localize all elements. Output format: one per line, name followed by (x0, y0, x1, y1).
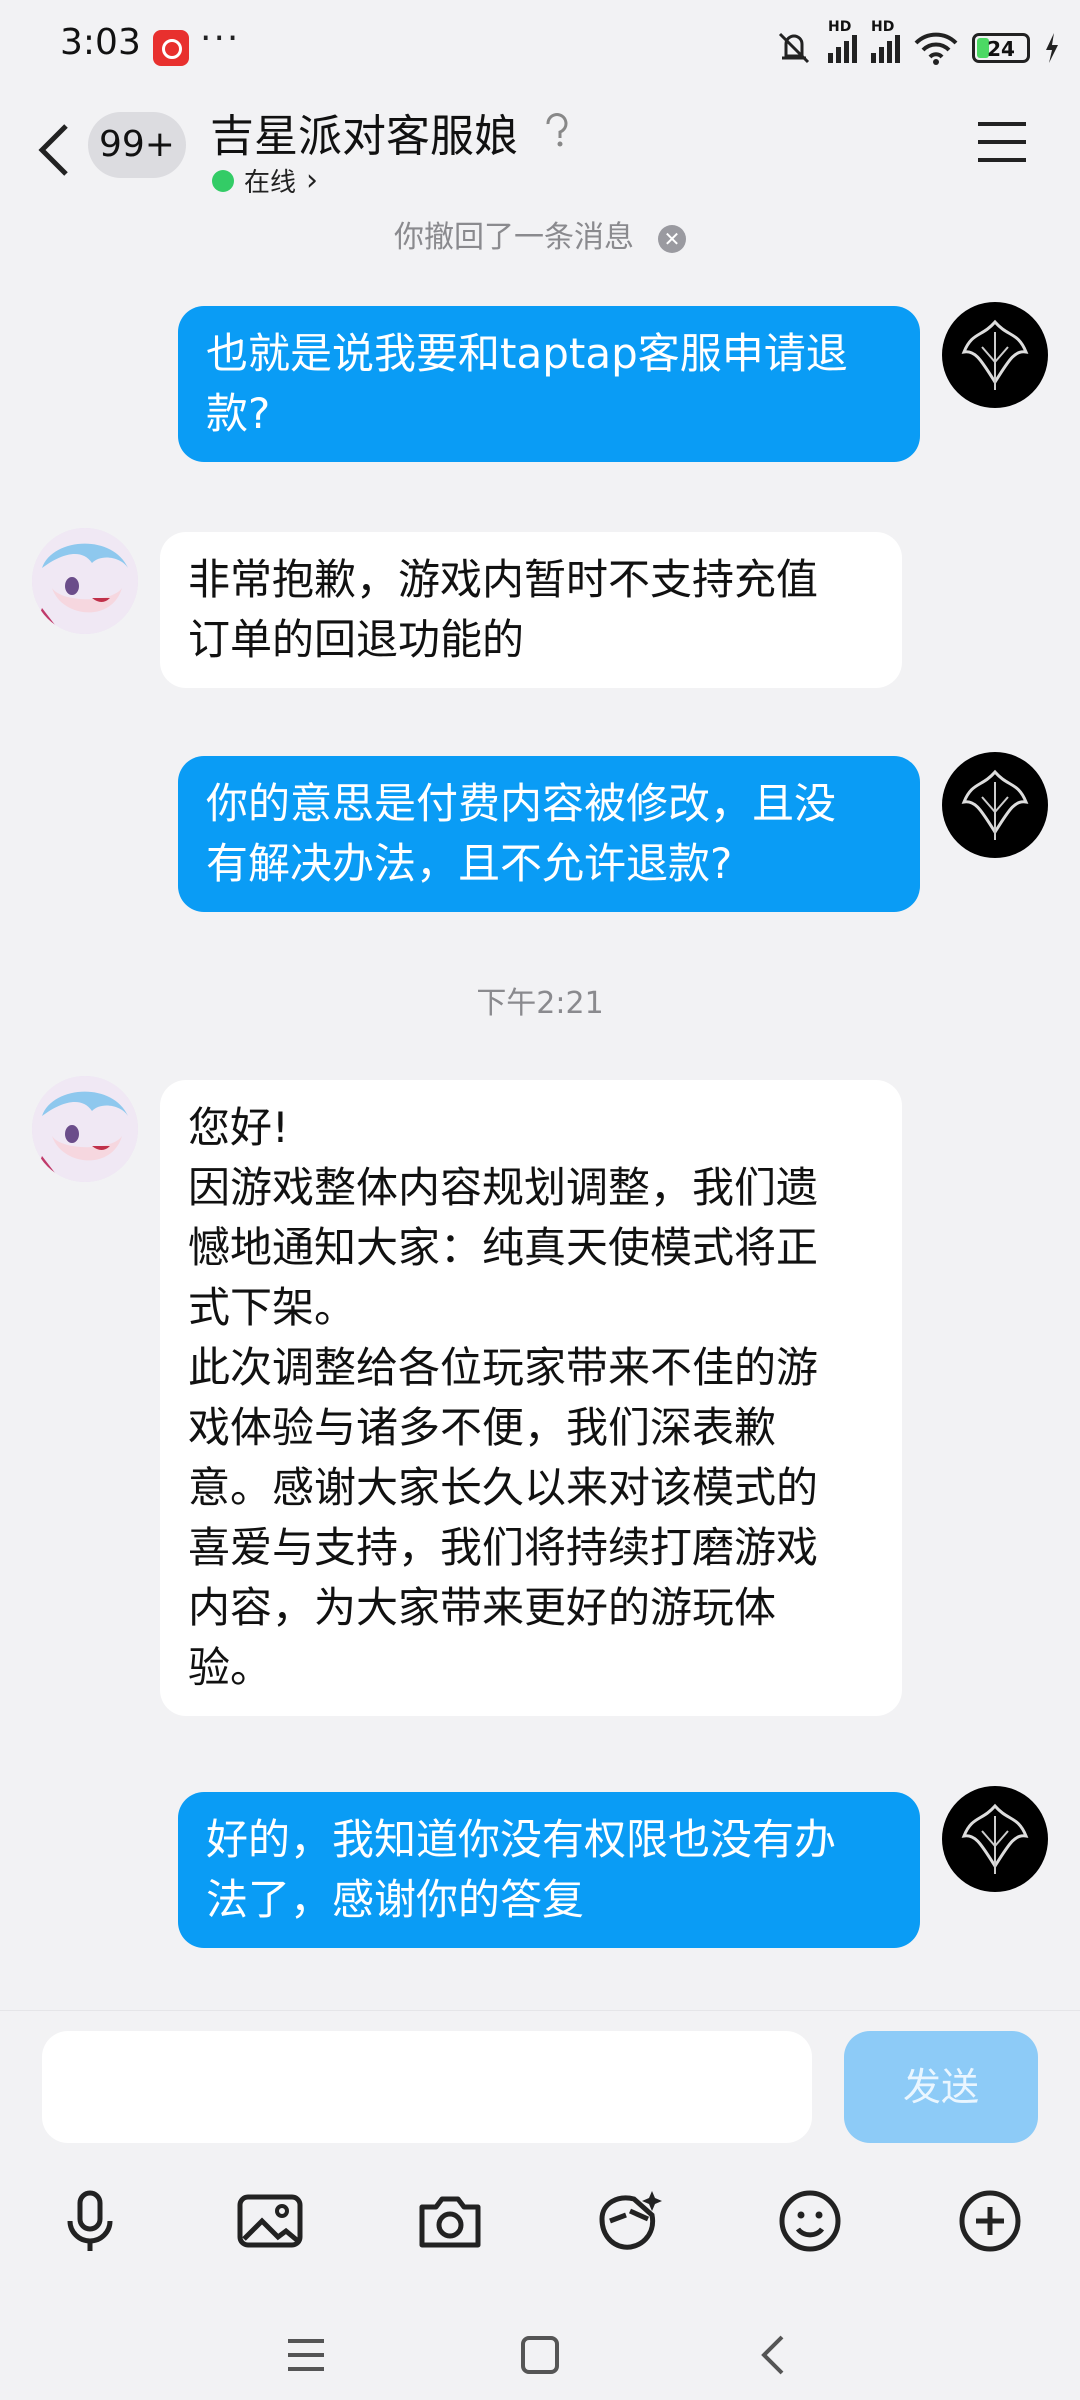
message-line: 式下架。 (188, 1283, 357, 1332)
battery-icon: 24 (972, 33, 1030, 63)
message-line: 内容，为大家带来更好的游玩体 (188, 1583, 777, 1632)
home-icon[interactable] (518, 2333, 562, 2377)
message-bubble-sent[interactable]: 也就是说我要和taptap客服申请退 款? (178, 306, 920, 462)
message-line: 因游戏整体内容规划调整，我们遗 (188, 1163, 819, 1212)
image-icon[interactable] (234, 2185, 306, 2257)
netease-music-icon (153, 30, 189, 66)
chat-title[interactable]: 吉星派对客服娘 (210, 100, 518, 164)
message-list[interactable]: 你撤回了一条消息 ✕ 也就是说我要和taptap客服申请退 款? 非常抱歉，游戏内… (0, 210, 1080, 2010)
message-line: 此次调整给各位玩家带来不佳的游 (188, 1343, 819, 1392)
message-line: 非常抱歉，游戏内暂时不支持充值 (188, 555, 819, 604)
message-line: 憾地通知大家：纯真天使模式将正 (188, 1223, 819, 1272)
status-bar: 3:03 ··· HD HD 24 (0, 0, 1080, 90)
status-time: 3:03 (60, 22, 141, 63)
mute-icon (778, 32, 810, 64)
charging-icon (1046, 33, 1058, 63)
message-line: 也就是说我要和taptap客服申请退 (206, 329, 848, 378)
support-avatar[interactable] (32, 528, 138, 634)
message-line: 订单的回退功能的 (188, 615, 525, 664)
message-line: 好的，我知道你没有权限也没有办 (206, 1815, 837, 1864)
message-bubble-sent[interactable]: 好的，我知道你没有权限也没有办 法了，感谢你的答复 (178, 1792, 920, 1948)
support-avatar[interactable] (32, 1076, 138, 1182)
message-input[interactable] (42, 2031, 812, 2143)
my-avatar[interactable] (942, 752, 1048, 858)
message-line: 您好! (188, 1103, 289, 1152)
send-button[interactable]: 发送 (844, 2031, 1038, 2143)
back-arrow-icon[interactable] (34, 120, 74, 180)
message-line: 法了，感谢你的答复 (206, 1875, 585, 1924)
status-icons: HD HD 24 (774, 19, 1060, 68)
message-line: 意。感谢大家长久以来对该模式的 (188, 1463, 819, 1512)
chevron-right-icon: › (306, 163, 319, 198)
emoji-icon[interactable] (774, 2185, 846, 2257)
message-line: 有解决办法，且不允许退款? (206, 839, 733, 888)
robot-hint-icon[interactable] (540, 110, 574, 150)
close-icon[interactable]: ✕ (658, 224, 686, 253)
online-label: 在线 (244, 168, 297, 198)
menu-icon[interactable] (976, 120, 1028, 164)
composer: 发送 (0, 2010, 1080, 2400)
more-notifications-icon: ··· (200, 18, 241, 59)
unread-badge[interactable]: 99+ (88, 112, 186, 178)
message-line: 喜爱与支持，我们将持续打磨游戏 (188, 1523, 819, 1572)
message-line: 你的意思是付费内容被修改，且没 (206, 779, 837, 828)
back-nav-icon[interactable] (752, 2333, 796, 2377)
my-avatar[interactable] (942, 302, 1048, 408)
signal-2: HD (871, 19, 900, 63)
camera-icon[interactable] (414, 2185, 486, 2257)
online-dot-icon (212, 169, 234, 192)
chat-header: 99+ 吉星派对客服娘 在线 › (0, 90, 1080, 210)
recall-notice: 你撤回了一条消息 ✕ (0, 212, 1080, 256)
message-line: 款? (206, 389, 271, 438)
battery-level: 24 (987, 37, 1015, 61)
composer-toolbar (0, 2171, 1080, 2271)
system-navigation-bar (0, 2311, 1080, 2400)
message-bubble-received[interactable]: 您好! 因游戏整体内容规划调整，我们遗 憾地通知大家：纯真天使模式将正 式下架。… (160, 1080, 902, 1716)
message-bubble-sent[interactable]: 你的意思是付费内容被修改，且没 有解决办法，且不允许退款? (178, 756, 920, 912)
message-line: 戏体验与诸多不便，我们深表歉 (188, 1403, 777, 1452)
signal-1: HD (828, 19, 857, 63)
recall-notice-text: 你撤回了一条消息 (394, 220, 634, 255)
hd-label: HD (871, 19, 895, 35)
wifi-icon (914, 32, 958, 65)
message-bubble-received[interactable]: 非常抱歉，游戏内暂时不支持充值 订单的回退功能的 (160, 532, 902, 688)
hd-label: HD (828, 19, 852, 35)
my-avatar[interactable] (942, 1786, 1048, 1892)
microphone-icon[interactable] (54, 2185, 126, 2257)
message-line: 验。 (188, 1643, 273, 1692)
sticker-icon[interactable] (594, 2185, 666, 2257)
online-status[interactable]: 在线 › (212, 162, 318, 199)
message-timestamp: 下午2:21 (476, 986, 604, 1021)
plus-icon[interactable] (954, 2185, 1026, 2257)
recent-apps-icon[interactable] (284, 2333, 328, 2377)
